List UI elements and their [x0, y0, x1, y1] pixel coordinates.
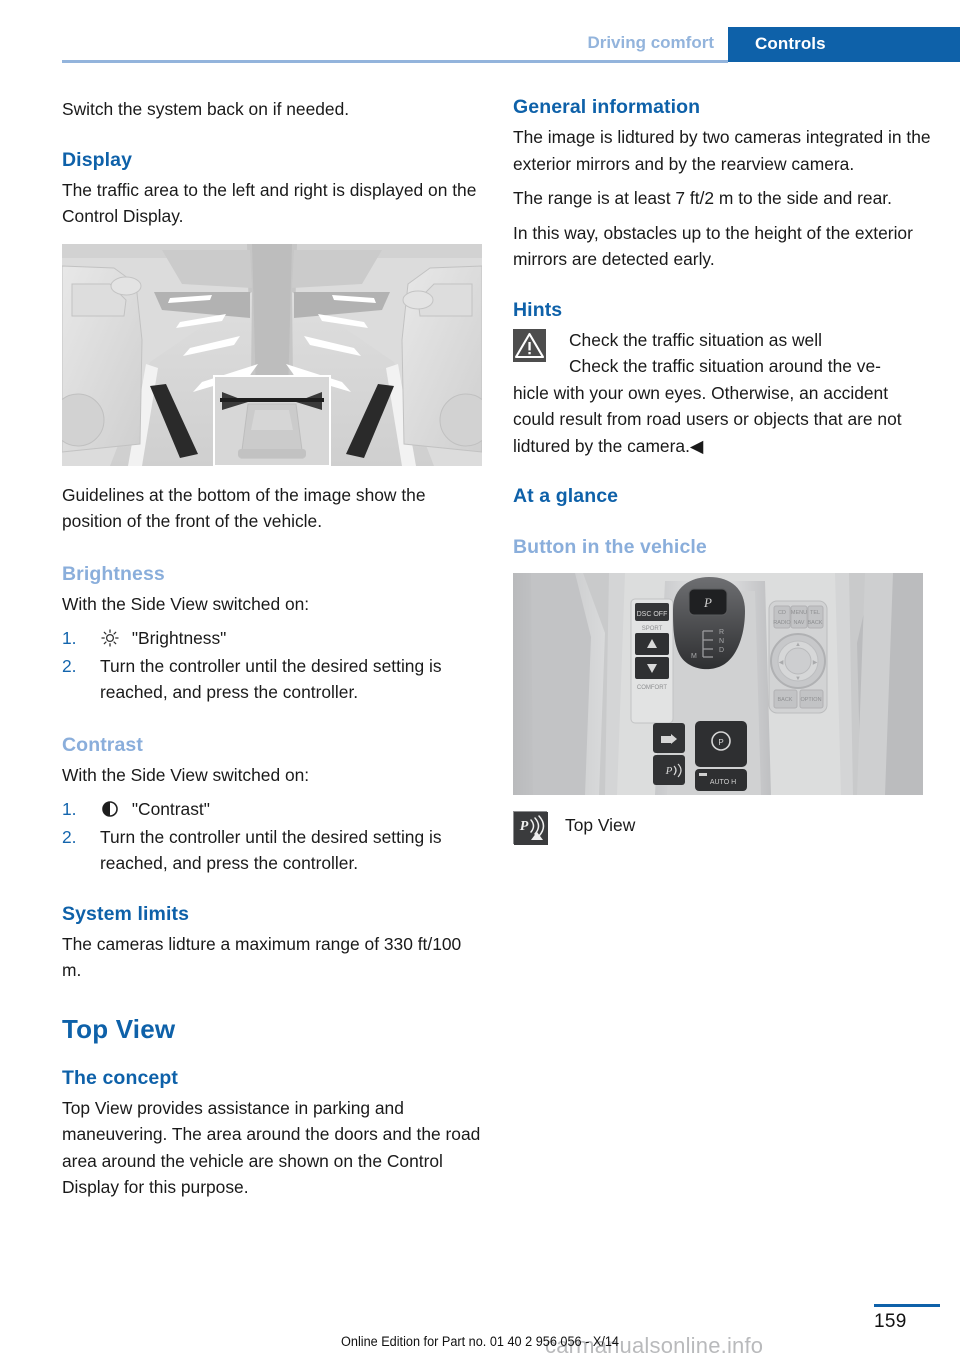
intro-paragraph: Switch the system back on if needed.	[62, 99, 350, 119]
top-view-button-caption: Top View	[565, 815, 636, 835]
console-figure: DSC OFF SPORT COMFORT P R N D M CD MENU …	[513, 573, 933, 795]
step-number: 2.	[62, 655, 77, 676]
list-item: 2. Turn the controller until the desired…	[62, 653, 482, 706]
header-chapter-label: Driving comfort	[587, 33, 714, 52]
contrast-steps: 1. "Contrast" 2. Turn the controller unt…	[62, 796, 482, 877]
footer-divider	[874, 1304, 940, 1307]
step-number: 1.	[62, 799, 77, 819]
warning-triangle-icon	[513, 328, 546, 362]
svg-text:▼: ▼	[795, 676, 801, 682]
svg-text:D: D	[719, 647, 724, 654]
general-info-paragraph-3: In this way, obstacles up to the height …	[513, 222, 913, 270]
step-number: 1.	[62, 628, 77, 648]
heading-the-concept: The concept	[62, 1066, 178, 1089]
heading-system-limits: System limits	[62, 902, 190, 925]
svg-text:▲: ▲	[795, 642, 801, 648]
heading-hints: Hints	[513, 298, 563, 321]
center-console-illustration: DSC OFF SPORT COMFORT P R N D M CD MENU …	[513, 573, 923, 795]
center-console-graphic: DSC OFF SPORT COMFORT P R N D M CD MENU …	[513, 573, 923, 795]
step-text: Turn the controller until the desired se…	[100, 655, 442, 703]
svg-text:P: P	[718, 738, 723, 747]
system-limits-paragraph: The cameras lidture a maximum range of 3…	[62, 933, 462, 981]
brightness-steps: 1. "Brightness" 2. Turn the controller u…	[62, 625, 482, 706]
heading-display: Display	[62, 148, 133, 171]
step-text: Turn the controller until the desired se…	[100, 826, 442, 874]
svg-text:M: M	[691, 653, 697, 660]
contrast-lead: With the Side View switched on:	[62, 764, 310, 785]
header-section-tab-label: Controls	[755, 34, 826, 53]
right-column: General information The image is lidture…	[513, 96, 933, 845]
svg-text:R: R	[719, 629, 724, 636]
svg-text:NAV: NAV	[794, 620, 805, 626]
svg-text:SPORT: SPORT	[642, 626, 663, 632]
warning-hint-block: Check the traffic situation as well Chec…	[513, 327, 933, 460]
display-paragraph: The traffic area to the left and right i…	[62, 179, 477, 227]
heading-brightness: Brightness	[62, 562, 165, 585]
svg-text:COMFORT: COMFORT	[637, 685, 668, 691]
step-number: 2.	[62, 826, 77, 847]
svg-text:P: P	[703, 595, 712, 610]
side-view-figure	[62, 243, 482, 466]
svg-text:AUTO H: AUTO H	[710, 779, 736, 786]
header-section-tab: Controls	[728, 27, 960, 62]
svg-text:BACK: BACK	[778, 697, 793, 703]
svg-text:CD: CD	[778, 610, 786, 616]
heading-contrast: Contrast	[62, 733, 143, 756]
hint-line-2: Check the traffic situation around the v…	[569, 356, 881, 376]
brightness-sun-icon	[100, 628, 120, 647]
step-text: "Contrast"	[131, 799, 210, 819]
general-info-paragraph-2: The range is at least 7 ft/2 m to the si…	[513, 188, 892, 208]
general-info-paragraph-1: The image is lidtured by two cameras int…	[513, 127, 931, 174]
svg-text:OPTION: OPTION	[800, 697, 821, 703]
svg-text:N: N	[719, 638, 724, 645]
svg-text:RADIO: RADIO	[773, 620, 791, 626]
brightness-lead: With the Side View switched on:	[62, 593, 310, 614]
list-item: 2. Turn the controller until the desired…	[62, 824, 482, 877]
hint-body: hicle with your own eyes. Otherwise, an …	[513, 382, 902, 456]
svg-text:◀: ◀	[779, 660, 784, 666]
concept-paragraph: Top View provides assistance in parking …	[62, 1097, 481, 1198]
manual-page: Driving comfort Controls Switch the syst…	[0, 0, 960, 1362]
left-column: Switch the system back on if needed. Dis…	[62, 96, 482, 1209]
edition-footer: Online Edition for Part no. 01 40 2 956 …	[341, 1334, 619, 1349]
svg-text:P: P	[665, 765, 673, 777]
heading-button-in-the-vehicle: Button in the vehicle	[513, 536, 707, 558]
svg-text:DSC OFF: DSC OFF	[637, 611, 668, 618]
page-header: Driving comfort Controls	[0, 0, 960, 63]
header-divider	[62, 60, 728, 63]
hint-line-1: Check the traffic situation as well	[569, 329, 822, 350]
top-view-parking-button-icon: P	[513, 811, 548, 845]
svg-text:MENU: MENU	[791, 610, 807, 616]
page-number: 159	[874, 1311, 907, 1332]
side-view-illustration	[62, 243, 482, 466]
page-title-top-view: Top View	[62, 1013, 176, 1044]
step-text: "Brightness"	[131, 628, 227, 648]
display-caption: Guidelines at the bottom of the image sh…	[62, 484, 426, 532]
list-item: 1. "Brightness"	[62, 625, 482, 652]
svg-text:P: P	[520, 819, 529, 834]
heading-general-information: General information	[513, 96, 701, 118]
top-view-button-caption-row: P Top View	[513, 811, 933, 845]
svg-text:BACK: BACK	[808, 620, 823, 626]
svg-text:▶: ▶	[813, 660, 818, 666]
contrast-half-circle-icon	[100, 799, 120, 817]
svg-text:TEL: TEL	[810, 610, 820, 616]
heading-at-a-glance: At a glance	[513, 485, 619, 507]
side-view-camera-graphic	[62, 243, 482, 466]
list-item: 1. "Contrast"	[62, 796, 482, 823]
